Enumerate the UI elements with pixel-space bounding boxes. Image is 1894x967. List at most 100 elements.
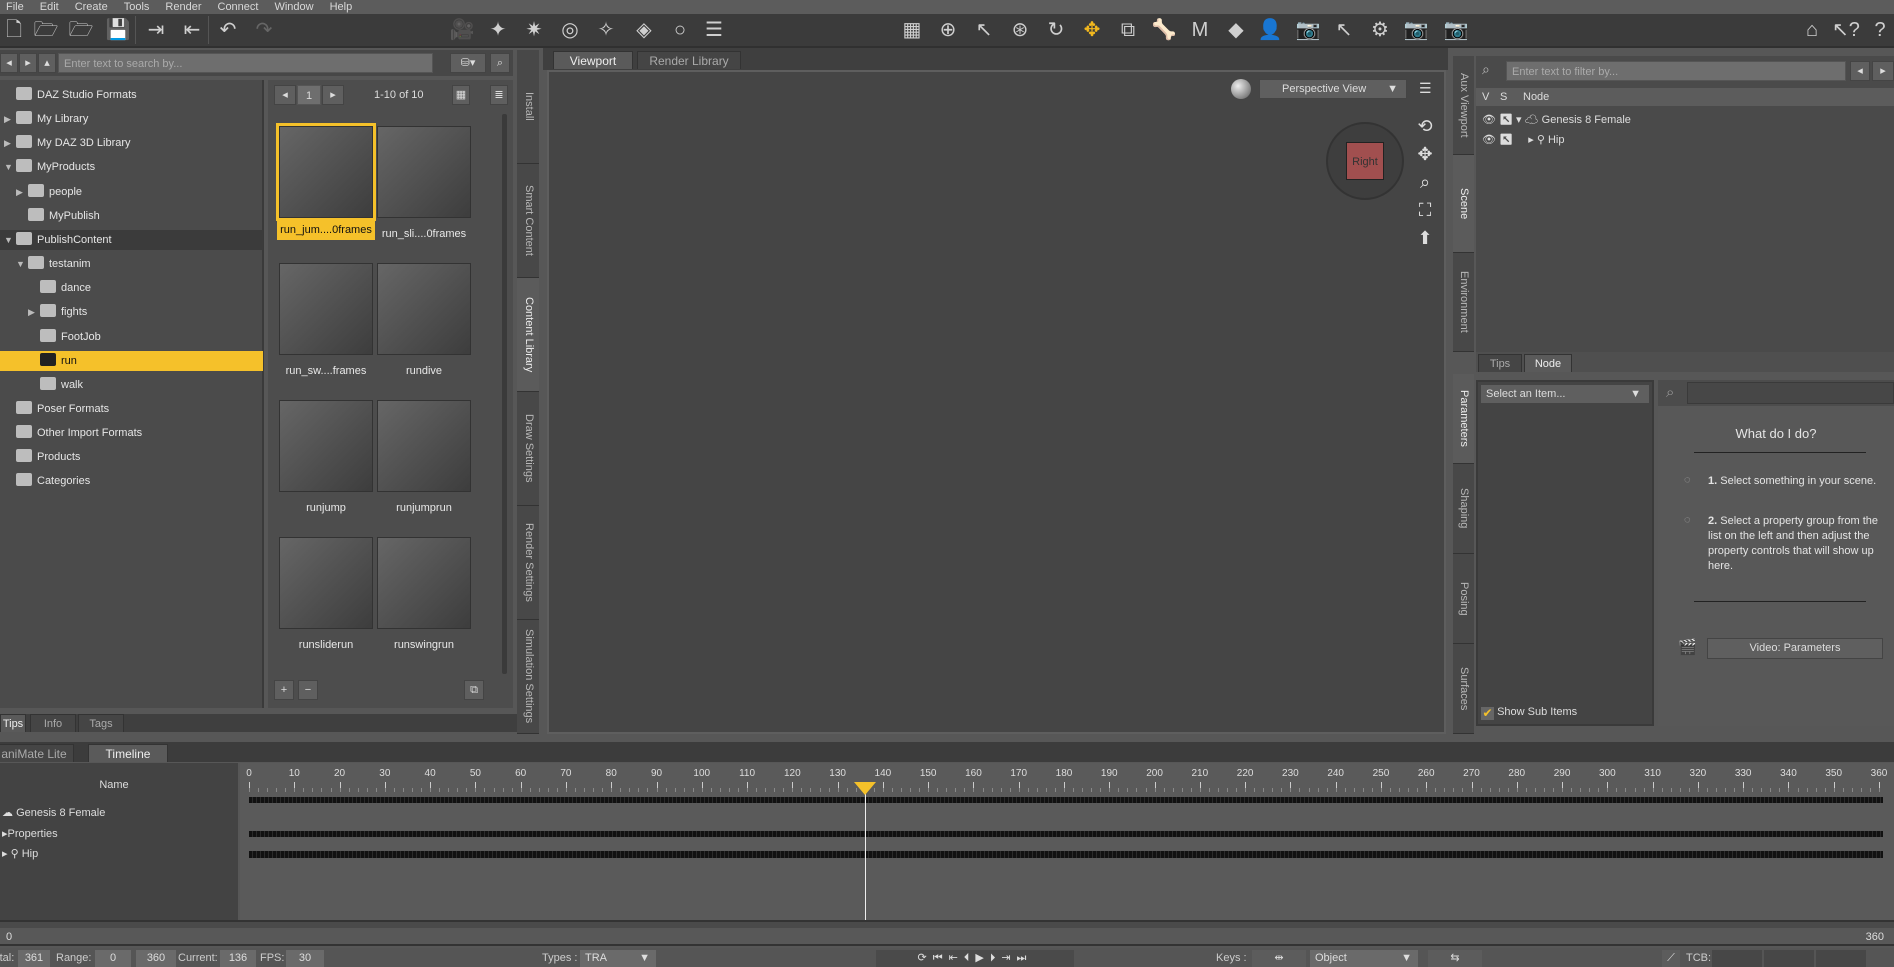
tab-animate-lite[interactable]: aniMate Lite (0, 744, 74, 762)
scene-back-button[interactable]: ◂ (1850, 61, 1870, 81)
render-settings-icon[interactable]: ⚙ (1366, 17, 1394, 43)
expand-arrow-icon[interactable]: ▶ (28, 302, 40, 322)
tree-item[interactable]: Other Import Formats (0, 423, 263, 443)
menu-edit[interactable]: Edit (40, 0, 59, 14)
merge-file-icon[interactable]: 🗁 (67, 17, 95, 43)
tcb-continuity[interactable] (1764, 950, 1814, 967)
pane-layout-icon[interactable]: ☰ (700, 17, 728, 43)
menu-help[interactable]: Help (330, 0, 353, 14)
navigate-icon[interactable]: ⊕ (934, 17, 962, 43)
figure-setup-icon[interactable]: 👤 (1256, 17, 1284, 43)
tab-tags[interactable]: Tags (78, 714, 124, 732)
save-icon[interactable]: 💾 (104, 17, 132, 43)
types-select[interactable]: TRA ▼ (580, 950, 656, 967)
add-button[interactable]: + (274, 680, 294, 700)
scene-filter-input[interactable]: Enter text to filter by... (1506, 61, 1846, 81)
tab-tips[interactable]: Tips (1478, 354, 1522, 372)
tab-aux-viewport[interactable]: Aux Viewport (1453, 56, 1474, 155)
content-thumbnail[interactable] (377, 400, 471, 492)
view-select[interactable]: Perspective View ▼ (1259, 79, 1407, 99)
tab-posing[interactable]: Posing (1453, 554, 1474, 644)
tree-item[interactable]: FootJob (0, 327, 263, 347)
content-item-label[interactable]: runswingrun (375, 637, 473, 653)
tab-install[interactable]: Install (517, 50, 539, 164)
tab-surfaces[interactable]: Surfaces (1453, 644, 1474, 734)
eye-icon[interactable]: 👁 (1482, 134, 1496, 146)
track-properties[interactable]: ▸Properties (2, 827, 58, 840)
content-item-label[interactable]: runjumprun (375, 500, 473, 516)
total-value[interactable]: 361 (18, 950, 50, 967)
tree-item[interactable]: Products (0, 447, 263, 467)
col-visible[interactable]: V (1482, 88, 1489, 106)
create-primitive-icon[interactable]: ◈ (630, 17, 658, 43)
grid-scrollbar[interactable] (502, 114, 507, 674)
content-thumbnail[interactable] (377, 263, 471, 355)
tree-item[interactable]: ▼ MyProducts (0, 157, 263, 177)
render-icon[interactable]: 📷 (1402, 17, 1430, 43)
menu-render[interactable]: Render (165, 0, 201, 14)
tab-simulation-settings[interactable]: Simulation Settings (517, 620, 539, 734)
content-thumbnail[interactable] (377, 126, 471, 218)
undo-icon[interactable]: ↶ (214, 17, 242, 43)
reset-view-icon[interactable]: ⬆ (1415, 224, 1435, 252)
create-null-icon[interactable]: ○ (666, 17, 694, 43)
playhead[interactable] (864, 782, 866, 920)
expand-arrow-icon[interactable]: ▶ (4, 109, 16, 129)
back-button[interactable]: ◂ (0, 53, 18, 73)
video-parameters-button[interactable]: Video: Parameters (1707, 638, 1883, 659)
scrub-bar[interactable]: 0 360 (0, 928, 1894, 946)
tab-parameters[interactable]: Parameters (1453, 374, 1474, 464)
scene-node-hip[interactable]: 👁 ↖ ▸ ⚲ Hip (1482, 133, 1564, 146)
viewport-layout-icon[interactable]: ▦ (898, 17, 926, 43)
key-nav-button[interactable]: ⇆ (1428, 950, 1482, 967)
next-page-button[interactable]: ▸ (322, 85, 344, 105)
track-genesis[interactable]: ☁ Genesis 8 Female (2, 806, 105, 819)
key-filter-button[interactable]: ⇹ (1252, 950, 1306, 967)
viewport-menu-icon[interactable]: ☰ (1419, 80, 1432, 97)
tab-info[interactable]: Info (30, 714, 76, 732)
range-end[interactable]: 360 (136, 950, 176, 967)
tab-tips[interactable]: Tips (0, 714, 26, 732)
view-cube[interactable]: Right (1326, 122, 1404, 200)
content-item-label[interactable]: runjump (277, 500, 375, 516)
open-file-icon[interactable]: 🗁 (32, 17, 60, 43)
tree-item[interactable]: ▶ people (0, 182, 263, 202)
create-camera-icon[interactable]: 🎥 (448, 17, 476, 43)
prev-page-button[interactable]: ◂ (274, 85, 296, 105)
up-button[interactable]: ▴ (38, 53, 56, 73)
content-item-label[interactable]: rundive (375, 363, 473, 379)
playback-controls[interactable]: ⟳⏮⇤⏴▶⏵⇥⏭ (876, 950, 1074, 967)
view-cube-face[interactable]: Right (1346, 142, 1384, 180)
render-camera-icon[interactable]: 📷 (1442, 17, 1470, 43)
export-icon[interactable]: ⇤ (178, 17, 206, 43)
active-pose-icon[interactable]: ↖ (1330, 17, 1358, 43)
menu-tools[interactable]: Tools (124, 0, 150, 14)
show-sub-items-checkbox[interactable]: ✔ Show Sub Items (1481, 706, 1577, 720)
translate-icon[interactable]: ⊛ (1006, 17, 1034, 43)
tcb-bias[interactable] (1816, 950, 1866, 967)
tab-shaping[interactable]: Shaping (1453, 464, 1474, 554)
node-selection-icon[interactable]: ↖ (970, 17, 998, 43)
curve-icon[interactable]: ⟋ (1662, 950, 1680, 967)
daz-home-icon[interactable]: ⌂ (1798, 17, 1826, 43)
eye-icon[interactable]: 👁 (1482, 114, 1496, 126)
create-spotlight-icon[interactable]: ✦ (484, 17, 512, 43)
content-item-label[interactable]: run_sli....0frames (375, 226, 473, 242)
tab-node[interactable]: Node (1524, 354, 1572, 372)
content-thumbnail[interactable] (377, 537, 471, 629)
menu-window[interactable]: Window (274, 0, 313, 14)
joint-editor-icon[interactable]: 🦴 (1150, 17, 1178, 43)
expand-arrow-icon[interactable]: ▼ (16, 254, 28, 274)
content-thumbnail[interactable] (279, 400, 373, 492)
tree-item[interactable]: ▶ My Library (0, 109, 263, 129)
tree-item[interactable]: ▶ My DAZ 3D Library (0, 133, 263, 153)
content-thumbnail[interactable] (279, 263, 373, 355)
surface-selection-icon[interactable]: ◆ (1222, 17, 1250, 43)
splitter[interactable] (0, 920, 1894, 928)
expand-arrow-icon[interactable]: ▶ (4, 133, 16, 153)
tab-smart-content[interactable]: Smart Content (517, 164, 539, 278)
menu-file[interactable]: File (6, 0, 24, 14)
pan-icon[interactable]: ✥ (1415, 140, 1435, 168)
forward-button[interactable]: ▸ (19, 53, 37, 73)
tab-scene[interactable]: Scene (1453, 154, 1474, 254)
